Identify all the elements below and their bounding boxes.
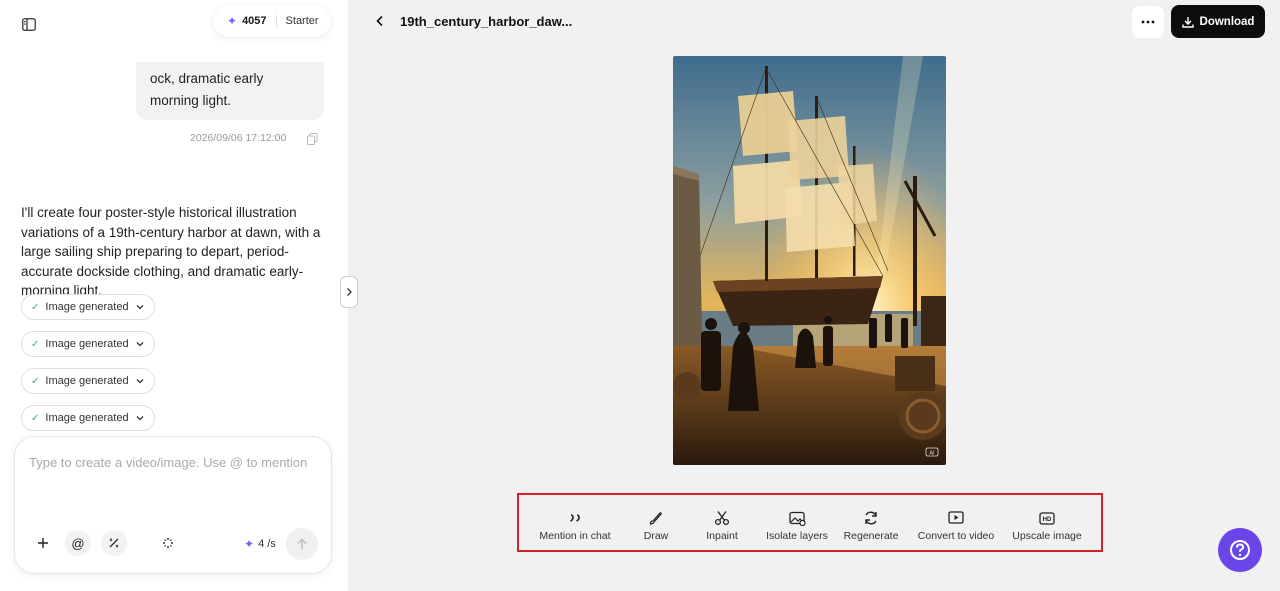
brush-icon bbox=[647, 509, 665, 527]
chat-panel: ✦ 4057 Starter ock, dramatic early morni… bbox=[0, 0, 348, 591]
sparkle-icon: ✦ bbox=[244, 537, 255, 551]
message-timestamp: 2026/09/06 17:12:00 bbox=[190, 132, 287, 144]
user-message: ock, dramatic early morning light. bbox=[136, 62, 324, 120]
arrow-up-icon bbox=[297, 538, 307, 549]
plus-icon[interactable] bbox=[30, 530, 56, 556]
more-options-button[interactable] bbox=[1132, 6, 1164, 38]
draw-button[interactable]: Draw bbox=[636, 495, 676, 550]
assistant-message: I'll create four poster-style historical… bbox=[21, 205, 321, 298]
mention-at-icon[interactable]: @ bbox=[65, 530, 91, 556]
more-dots-icon bbox=[1141, 20, 1155, 24]
toolbar-label: Draw bbox=[643, 530, 669, 542]
regenerate-button[interactable]: Regenerate bbox=[842, 495, 900, 550]
check-icon: ✓ bbox=[31, 301, 40, 313]
refresh-icon bbox=[862, 509, 880, 527]
isolate-layers-button[interactable]: Isolate layers bbox=[762, 495, 832, 550]
layers-image-icon bbox=[788, 509, 806, 527]
image-generated-pill[interactable]: ✓ Image generated bbox=[21, 294, 155, 320]
chevron-down-icon bbox=[135, 376, 145, 386]
expand-panel-button[interactable] bbox=[340, 276, 358, 308]
upscale-image-button[interactable]: HD Upscale image bbox=[1012, 495, 1082, 550]
toolbar-label: Convert to video bbox=[917, 530, 995, 542]
mention-in-chat-button[interactable]: Mention in chat bbox=[535, 495, 615, 550]
toolbar-label: Mention in chat bbox=[539, 530, 611, 542]
check-icon: ✓ bbox=[31, 412, 40, 424]
image-action-toolbar: Mention in chat Draw Inpaint Isolate lay… bbox=[517, 493, 1103, 552]
sidebar-toggle-icon[interactable] bbox=[20, 15, 38, 33]
quote-icon bbox=[566, 509, 584, 527]
file-title: 19th_century_harbor_daw... bbox=[400, 14, 573, 29]
divider bbox=[275, 15, 277, 27]
check-icon: ✓ bbox=[31, 338, 40, 350]
image-generated-pill[interactable]: ✓ Image generated bbox=[21, 368, 155, 394]
video-play-icon bbox=[947, 509, 965, 527]
rate-label: 4 /s bbox=[258, 538, 276, 550]
prompt-composer[interactable]: Type to create a video/image. Use @ to m… bbox=[14, 436, 332, 574]
download-label: Download bbox=[1199, 15, 1255, 28]
image-generated-pill[interactable]: ✓ Image generated bbox=[21, 331, 155, 357]
toolbar-label: Inpaint bbox=[706, 530, 738, 542]
pill-label: Image generated bbox=[45, 412, 129, 424]
toolbar-label: Regenerate bbox=[843, 530, 899, 542]
hd-icon: HD bbox=[1038, 509, 1056, 527]
copy-icon[interactable] bbox=[307, 132, 318, 145]
download-button[interactable]: Download bbox=[1171, 5, 1265, 38]
image-generated-pill[interactable]: ✓ Image generated bbox=[21, 405, 155, 431]
chevron-right-icon bbox=[347, 288, 352, 296]
check-icon: ✓ bbox=[31, 375, 40, 387]
convert-to-video-button[interactable]: Convert to video bbox=[914, 495, 998, 550]
download-icon bbox=[1181, 16, 1194, 28]
toolbar-label: Isolate layers bbox=[766, 530, 828, 542]
generated-image-preview[interactable]: AI bbox=[673, 56, 946, 465]
dots-grid-icon[interactable] bbox=[155, 530, 181, 556]
toolbar-label: Upscale image bbox=[1012, 530, 1082, 542]
chevron-down-icon bbox=[135, 339, 145, 349]
scissors-icon bbox=[713, 509, 731, 527]
plan-label: Starter bbox=[285, 15, 319, 27]
credits-badge[interactable]: ✦ 4057 Starter bbox=[213, 5, 331, 37]
ai-badge: AI bbox=[929, 451, 935, 457]
generation-rate: ✦ 4 /s bbox=[244, 537, 276, 551]
back-arrow-icon[interactable] bbox=[372, 13, 388, 29]
help-button[interactable] bbox=[1218, 528, 1262, 572]
pill-label: Image generated bbox=[45, 301, 129, 313]
inpaint-button[interactable]: Inpaint bbox=[700, 495, 744, 550]
svg-text:HD: HD bbox=[1043, 517, 1052, 523]
send-button[interactable] bbox=[286, 528, 318, 560]
prompt-input-placeholder[interactable]: Type to create a video/image. Use @ to m… bbox=[29, 455, 307, 470]
pill-label: Image generated bbox=[45, 375, 129, 387]
chevron-down-icon bbox=[135, 413, 145, 423]
chevron-down-icon bbox=[135, 302, 145, 312]
pill-label: Image generated bbox=[45, 338, 129, 350]
help-question-icon bbox=[1230, 540, 1250, 560]
credits-count: 4057 bbox=[242, 15, 267, 27]
sparkle-icon: ✦ bbox=[227, 14, 238, 28]
magic-edit-icon[interactable] bbox=[101, 530, 127, 556]
